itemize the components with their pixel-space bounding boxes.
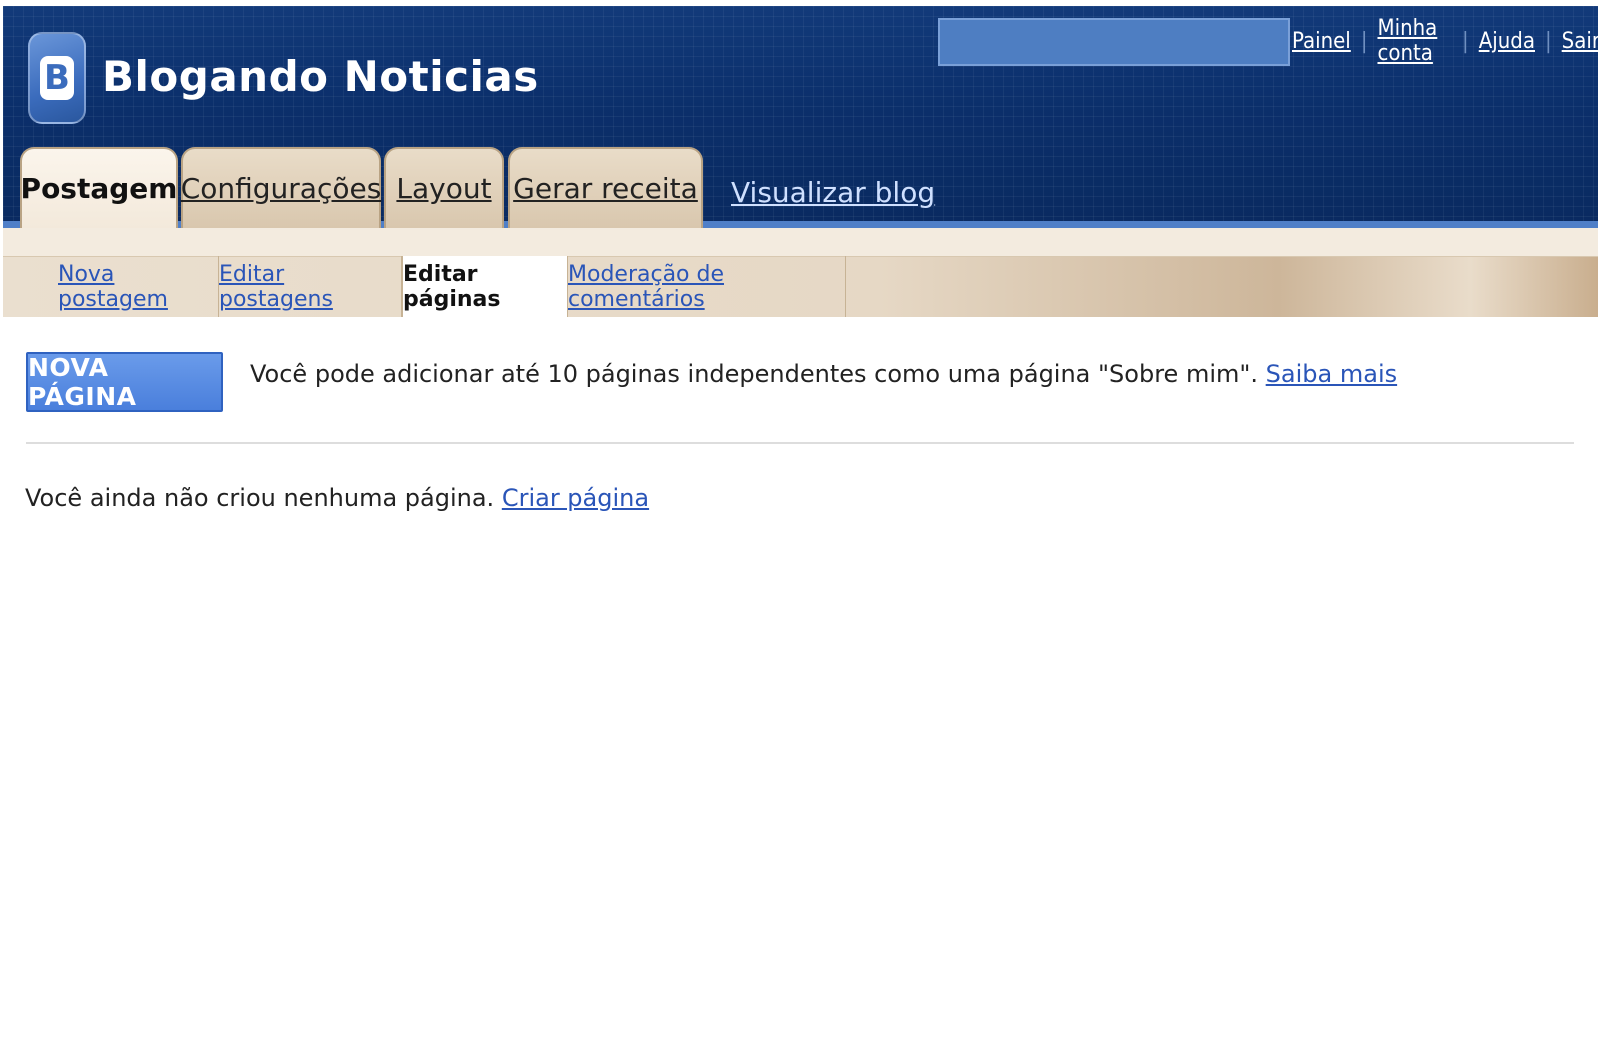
subtab-editar-postagens[interactable]: Editar postagens [219, 256, 402, 317]
painel-link[interactable]: Painel [1292, 29, 1351, 54]
blogger-logo-icon[interactable]: B [28, 32, 86, 124]
new-page-button[interactable]: NOVA PÁGINA [26, 352, 223, 412]
minha-conta-link[interactable]: Minha conta [1377, 16, 1452, 66]
criar-pagina-link[interactable]: Criar página [502, 484, 649, 512]
top-links: Painel | Minha conta | Ajuda | Sair [1292, 16, 1600, 66]
tab-layout[interactable]: Layout [384, 147, 504, 228]
separator: | [1462, 28, 1469, 54]
separator: | [1360, 28, 1368, 54]
separator: | [1545, 28, 1552, 54]
tab-layout-label[interactable]: Layout [396, 172, 491, 205]
content-divider [26, 442, 1574, 444]
tab-postagem[interactable]: Postagem [20, 147, 178, 228]
tab-postagem-label: Postagem [20, 172, 178, 205]
saiba-mais-link[interactable]: Saiba mais [1266, 360, 1397, 388]
subtab-moderacao-comentarios[interactable]: Moderação de comentários [568, 256, 846, 317]
empty-state: Você ainda não criou nenhuma página. Cri… [25, 484, 649, 512]
subtab-nova-postagem[interactable]: Nova postagem [58, 256, 219, 317]
tab-gerar-receita[interactable]: Gerar receita [508, 147, 703, 228]
subtab-editar-paginas[interactable]: Editar páginas [402, 256, 568, 317]
tab-gerar-receita-label[interactable]: Gerar receita [513, 172, 698, 205]
blog-title: Blogando Noticias [102, 52, 539, 101]
subtab-moderacao-label[interactable]: Moderação de comentários [568, 262, 845, 312]
pages-info-text: Você pode adicionar até 10 páginas indep… [250, 360, 1397, 388]
sair-link[interactable]: Sair [1562, 29, 1600, 54]
blogger-dashboard: B Blogando Noticias Painel | Minha conta… [0, 0, 1600, 1063]
subtab-editar-paginas-label: Editar páginas [403, 261, 501, 312]
subnav-top-strip [3, 228, 1598, 256]
subtab-nova-postagem-label[interactable]: Nova postagem [58, 262, 218, 312]
subtab-editar-postagens-label[interactable]: Editar postagens [219, 262, 401, 312]
tab-configuracoes-label[interactable]: Configurações [181, 172, 382, 205]
tab-configuracoes[interactable]: Configurações [181, 147, 381, 228]
ajuda-link[interactable]: Ajuda [1479, 29, 1535, 54]
search-box[interactable] [938, 18, 1290, 66]
pages-info-message: Você pode adicionar até 10 páginas indep… [250, 360, 1266, 388]
empty-state-message: Você ainda não criou nenhuma página. [25, 484, 502, 512]
view-blog-link[interactable]: Visualizar blog [731, 176, 935, 209]
